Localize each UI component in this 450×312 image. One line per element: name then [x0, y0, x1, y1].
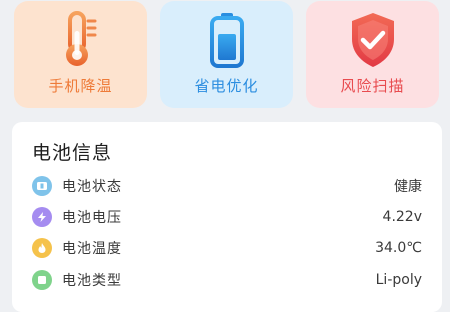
battery-temperature-row: 电池温度 34.0℃ — [32, 236, 422, 260]
battery-status-label: 电池状态 — [62, 179, 122, 195]
battery-info-card: 电池信息 电池状态 健康 电池电压 4.22v 电池温度 34.0℃ 电池类型 … — [12, 122, 442, 312]
battery-temperature-value: 34.0℃ — [375, 240, 422, 256]
battery-info-title: 电池信息 — [32, 142, 113, 164]
battery-type-icon — [32, 270, 52, 290]
risk-scan-button[interactable]: 风险扫描 — [306, 1, 439, 108]
battery-voltage-row: 电池电压 4.22v — [32, 205, 422, 229]
shield-check-icon — [344, 11, 402, 69]
battery-status-value: 健康 — [394, 179, 422, 195]
power-saving-button[interactable]: 省电优化 — [160, 1, 293, 108]
battery-type-label: 电池类型 — [62, 273, 122, 289]
flame-icon — [32, 238, 52, 258]
phone-cooling-button[interactable]: 手机降温 — [14, 1, 147, 108]
battery-voltage-value: 4.22v — [382, 209, 422, 225]
battery-type-row: 电池类型 Li-poly — [32, 268, 422, 292]
quick-actions: 手机降温 省电优化 风险扫描 — [0, 0, 450, 112]
battery-status-icon — [32, 176, 52, 196]
phone-cooling-label: 手机降温 — [48, 77, 113, 95]
battery-icon — [198, 11, 256, 69]
risk-scan-label: 风险扫描 — [340, 77, 405, 95]
battery-voltage-label: 电池电压 — [62, 210, 122, 226]
battery-status-row: 电池状态 健康 — [32, 174, 422, 198]
power-saving-label: 省电优化 — [194, 77, 259, 95]
battery-type-value: Li-poly — [375, 272, 422, 288]
thermometer-icon — [52, 11, 110, 69]
lightning-icon — [32, 207, 52, 227]
battery-temperature-label: 电池温度 — [62, 241, 122, 257]
